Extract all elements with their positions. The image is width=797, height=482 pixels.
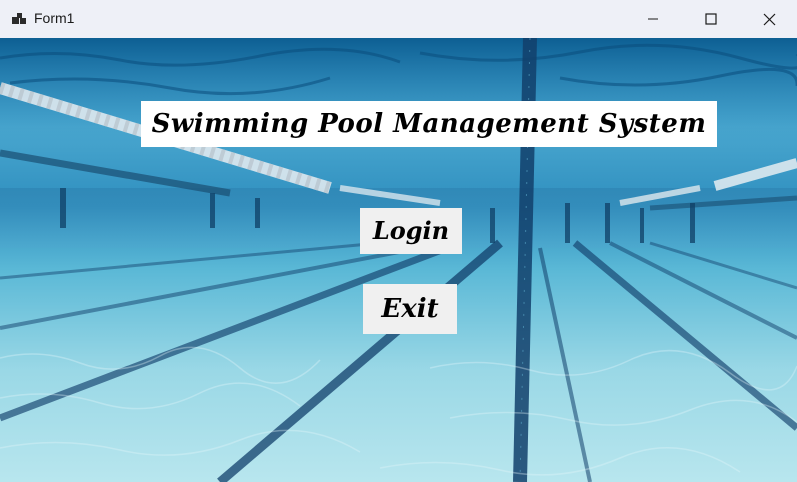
maximize-icon [705, 13, 717, 25]
system-title-label: Swimming Pool Management System [141, 101, 717, 147]
form-client-area: Swimming Pool Management System Login Ex… [0, 38, 797, 482]
maximize-button[interactable] [682, 0, 740, 38]
window-title: Form1 [34, 10, 75, 26]
app-icon [12, 13, 26, 24]
login-button[interactable]: Login [360, 208, 462, 254]
exit-button[interactable]: Exit [363, 284, 457, 334]
close-button[interactable] [740, 0, 797, 38]
minimize-icon [648, 18, 658, 20]
close-icon [763, 13, 775, 25]
title-bar[interactable]: Form1 [0, 0, 797, 38]
app-window: Form1 Swimming Pool Management System Lo… [0, 0, 797, 482]
minimize-button[interactable] [624, 0, 682, 38]
